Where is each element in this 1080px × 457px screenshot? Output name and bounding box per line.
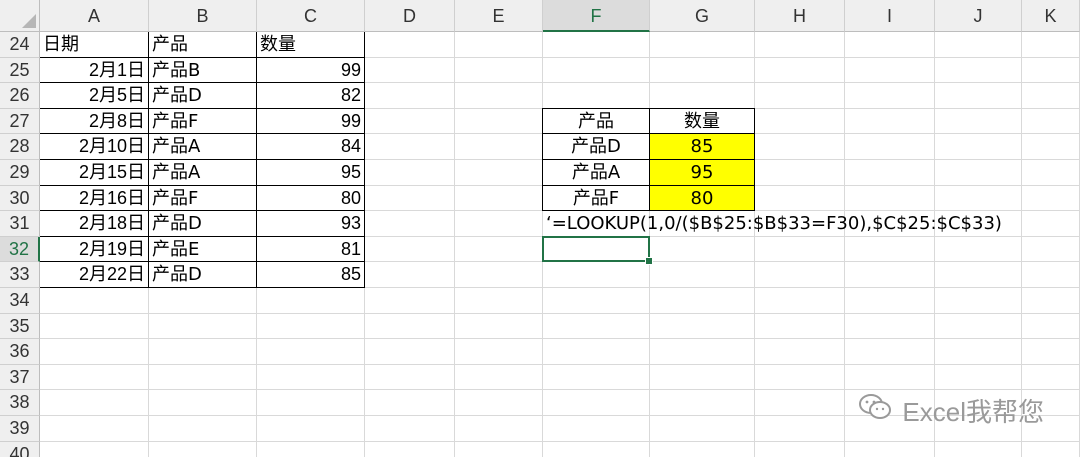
table1-qty-cell[interactable]: 81 xyxy=(260,237,361,263)
column-header-a[interactable]: A xyxy=(40,0,149,32)
table1-border xyxy=(148,31,149,288)
gridline-horizontal xyxy=(40,363,1080,365)
select-all-corner[interactable] xyxy=(0,0,40,32)
row-header-35[interactable]: 35 xyxy=(0,313,40,340)
table1-date-cell[interactable]: 2月16日 xyxy=(43,186,145,212)
table1-header-1[interactable]: 产品 xyxy=(152,32,253,58)
row-header-24[interactable]: 24 xyxy=(0,32,40,58)
table1-qty-cell[interactable]: 99 xyxy=(260,109,361,135)
table1-date-cell[interactable]: 2月19日 xyxy=(43,237,145,263)
table1-border xyxy=(39,261,365,263)
column-header-h[interactable]: H xyxy=(755,0,845,32)
table1-border xyxy=(39,159,365,160)
table2-qty-cell[interactable]: 80 xyxy=(653,186,751,212)
row-header-36[interactable]: 36 xyxy=(0,339,40,365)
table1-border xyxy=(39,107,365,109)
gridline-vertical xyxy=(754,32,755,457)
table2-product-cell[interactable]: 产品D xyxy=(546,134,646,160)
column-header-i[interactable]: I xyxy=(845,0,935,32)
column-header-c[interactable]: C xyxy=(257,0,365,32)
table1-date-cell[interactable]: 2月22日 xyxy=(43,262,145,288)
column-header-e[interactable]: E xyxy=(455,0,543,32)
table1-product-cell[interactable]: 产品D xyxy=(152,211,253,237)
table1-border xyxy=(39,235,365,237)
table2-qty-cell[interactable]: 95 xyxy=(653,160,751,186)
row-header-31[interactable]: 31 xyxy=(0,211,40,237)
fill-handle[interactable] xyxy=(645,257,653,266)
row-header-29[interactable]: 29 xyxy=(0,160,40,186)
table1-border xyxy=(39,287,365,288)
table1-border xyxy=(364,31,365,288)
table1-qty-cell[interactable]: 93 xyxy=(260,211,361,237)
table1-product-cell[interactable]: 产品B xyxy=(152,58,253,84)
table1-qty-cell[interactable]: 85 xyxy=(260,262,361,288)
table1-border xyxy=(256,31,257,288)
table1-product-cell[interactable]: 产品F xyxy=(152,186,253,212)
gridline-horizontal xyxy=(40,338,1080,340)
watermark: Excel我帮您 xyxy=(858,392,1044,429)
gridline-horizontal xyxy=(40,389,1080,391)
formula-text-cell[interactable]: ‘=LOOKUP(1,0/($B$25:$B$33=F30),$C$25:$C$… xyxy=(546,211,1002,237)
table1-date-cell[interactable]: 2月10日 xyxy=(43,134,145,160)
gridline-horizontal xyxy=(40,312,1080,314)
column-header-d[interactable]: D xyxy=(365,0,455,32)
table1-product-cell[interactable]: 产品F xyxy=(152,109,253,135)
table1-qty-cell[interactable]: 95 xyxy=(260,160,361,186)
watermark-text: Excel我帮您 xyxy=(902,397,1044,427)
table2-header-0[interactable]: 产品 xyxy=(546,109,646,135)
column-header-k[interactable]: K xyxy=(1022,0,1080,32)
table1-product-cell[interactable]: 产品A xyxy=(152,134,253,160)
gridline-vertical xyxy=(454,32,455,457)
active-cell-selection[interactable] xyxy=(542,235,653,266)
table2-border xyxy=(542,107,543,212)
wechat-icon xyxy=(858,392,892,429)
table1-qty-cell[interactable]: 82 xyxy=(260,83,361,109)
row-header-28[interactable]: 28 xyxy=(0,134,40,160)
table1-header-0[interactable]: 日期 xyxy=(43,32,145,58)
row-header-37[interactable]: 37 xyxy=(0,364,40,391)
table1-border xyxy=(39,56,365,58)
table1-border xyxy=(39,210,365,212)
table1-date-cell[interactable]: 2月15日 xyxy=(43,160,145,186)
table2-header-1[interactable]: 数量 xyxy=(653,109,751,135)
table1-product-cell[interactable]: 产品D xyxy=(152,262,253,288)
table2-qty-cell[interactable]: 85 xyxy=(653,134,751,160)
table1-date-cell[interactable]: 2月1日 xyxy=(43,58,145,84)
table2-product-cell[interactable]: 产品F xyxy=(546,186,646,212)
table1-header-2[interactable]: 数量 xyxy=(260,32,361,58)
row-header-38[interactable]: 38 xyxy=(0,390,40,416)
table1-date-cell[interactable]: 2月5日 xyxy=(43,83,145,109)
spreadsheet-grid[interactable]: 日期 产品 数量 2月1日 产品B 99 2月5日 产品D 82 2月8日 产品F 99 2月10日 产品… xyxy=(0,0,1080,457)
table1-border xyxy=(39,82,365,84)
gridline-horizontal xyxy=(40,440,1080,442)
table1-border xyxy=(39,184,365,186)
table1-qty-cell[interactable]: 80 xyxy=(260,186,361,212)
row-header-25[interactable]: 25 xyxy=(0,57,40,84)
table1-border xyxy=(39,133,365,135)
table2-border xyxy=(649,107,650,212)
table1-product-cell[interactable]: 产品E xyxy=(152,237,253,263)
row-header-33[interactable]: 33 xyxy=(0,262,40,288)
column-header-g[interactable]: G xyxy=(650,0,755,32)
row-header-26[interactable]: 26 xyxy=(0,83,40,109)
row-header-30[interactable]: 30 xyxy=(0,185,40,212)
table2-product-cell[interactable]: 产品A xyxy=(546,160,646,186)
table1-product-cell[interactable]: 产品D xyxy=(152,83,253,109)
column-header-j[interactable]: J xyxy=(935,0,1022,32)
table1-date-cell[interactable]: 2月18日 xyxy=(43,211,145,237)
row-header-40[interactable]: 40 xyxy=(0,441,40,457)
row-header-32[interactable]: 32 xyxy=(0,236,40,263)
table1-product-cell[interactable]: 产品A xyxy=(152,160,253,186)
table1-date-cell[interactable]: 2月8日 xyxy=(43,109,145,135)
gridline-vertical xyxy=(844,32,845,457)
row-header-39[interactable]: 39 xyxy=(0,416,40,442)
table1-qty-cell[interactable]: 99 xyxy=(260,58,361,84)
row-header-27[interactable]: 27 xyxy=(0,108,40,135)
column-header-f[interactable]: F xyxy=(543,0,650,32)
table2-border xyxy=(754,107,755,212)
table1-qty-cell[interactable]: 84 xyxy=(260,134,361,160)
column-header-b[interactable]: B xyxy=(149,0,257,32)
row-header-34[interactable]: 34 xyxy=(0,288,40,314)
